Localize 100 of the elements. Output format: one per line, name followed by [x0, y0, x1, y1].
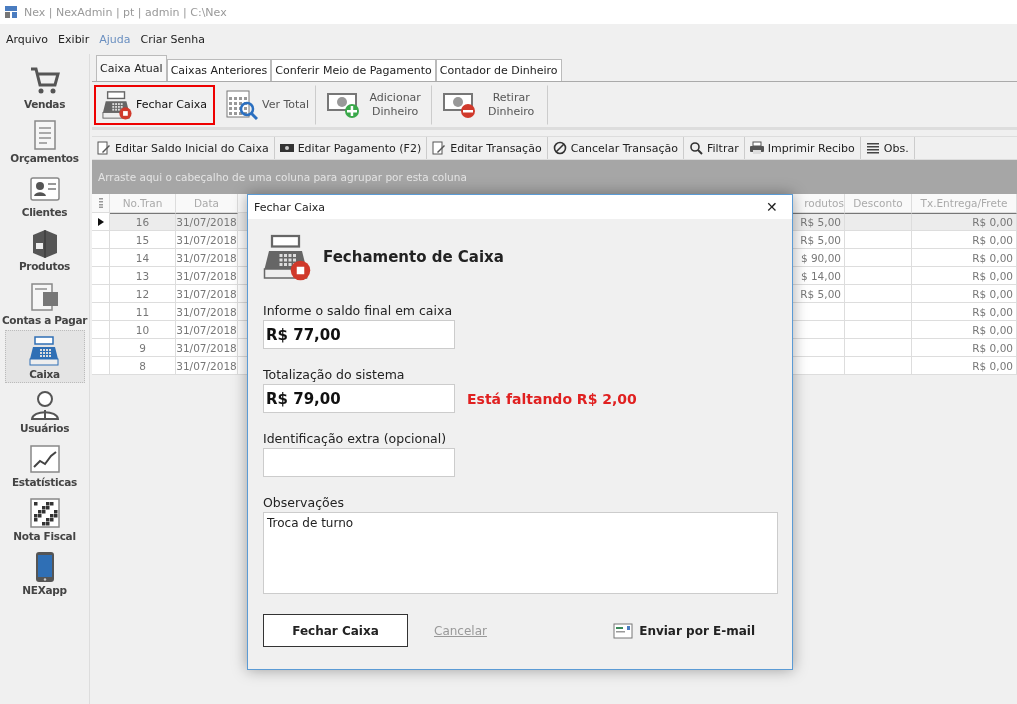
table-cell	[845, 249, 912, 267]
sidebar-item[interactable]: Usuários	[4, 384, 85, 437]
user-icon	[28, 389, 61, 421]
table-cell	[845, 357, 912, 375]
table-cell: 31/07/2018	[176, 213, 238, 231]
table-cell: 12	[110, 285, 176, 303]
tab[interactable]: Caixa Atual	[96, 55, 167, 81]
email-button[interactable]: Enviar por E-mail	[607, 621, 761, 640]
dialog-heading: Fechamento de Caixa	[323, 248, 504, 266]
menu-item[interactable]: Criar Senha	[140, 32, 205, 46]
table-cell: 31/07/2018	[176, 249, 238, 267]
action-button[interactable]: Filtrar	[684, 137, 745, 159]
toolbar-button[interactable]: Adicionar Dinheiro	[320, 84, 433, 125]
table-cell: 8	[110, 357, 176, 375]
table-cell: R$ 0,00	[912, 267, 1017, 285]
sidebar-item[interactable]: Vendas	[4, 60, 85, 113]
table-cell: R$ 0,00	[912, 339, 1017, 357]
table-cell: R$ 5,00	[793, 231, 845, 249]
close-cash-button[interactable]: Fechar Caixa	[263, 614, 408, 647]
group-hint: Arraste aqui o cabeçalho de uma coluna para agrupar por esta coluna	[98, 171, 467, 183]
edit-icon	[432, 141, 447, 155]
search-icon	[689, 141, 703, 155]
table-cell	[793, 357, 845, 375]
edit-icon	[97, 141, 111, 155]
table-cell: $ 90,00	[793, 249, 845, 267]
table-cell: 31/07/2018	[176, 321, 238, 339]
sidebar-item[interactable]: NEXapp	[4, 546, 85, 599]
close-button[interactable]: ✕	[752, 195, 792, 219]
current-row-icon	[97, 217, 104, 226]
table-cell	[845, 339, 912, 357]
table-cell: $ 14,00	[793, 267, 845, 285]
warning-text: Está faltando R$ 2,00	[467, 390, 637, 407]
field-label: Identificação extra (opcional)	[263, 431, 448, 446]
table-cell: R$ 0,00	[912, 303, 1017, 321]
app-icon	[4, 5, 18, 19]
table-cell: R$ 0,00	[912, 213, 1017, 231]
sidebar-item[interactable]: Estatísticas	[4, 438, 85, 491]
field-label: Observações	[263, 495, 345, 510]
menu-item[interactable]: Arquivo	[6, 32, 49, 46]
table-cell: 13	[110, 267, 176, 285]
table-cell	[845, 303, 912, 321]
qr-code-icon	[28, 497, 61, 529]
toolbar-button[interactable]: Ver Total	[219, 84, 317, 125]
table-cell: R$ 0,00	[912, 285, 1017, 303]
banknote-icon	[279, 141, 294, 155]
action-button[interactable]: Cancelar Transação	[547, 137, 684, 159]
sidebar-item[interactable]: Clientes	[4, 168, 85, 221]
action-button[interactable]: Imprimir Recibo	[744, 137, 861, 159]
action-button[interactable]: Editar Saldo Inicial do Caixa	[92, 137, 275, 159]
tab[interactable]: Contador de Dinheiro	[435, 59, 562, 81]
toolbar-button[interactable]: Fechar Caixa	[94, 84, 215, 125]
menu-item[interactable]: Exibir	[58, 32, 90, 46]
table-cell	[845, 285, 912, 303]
tab[interactable]: Conferir Meio de Pagamento	[271, 59, 436, 81]
sidebar-item[interactable]: Produtos	[4, 222, 85, 275]
table-cell: R$ 0,00	[912, 231, 1017, 249]
toolbar-button[interactable]: Retirar Dinheiro	[436, 84, 549, 125]
cash-register-icon	[28, 335, 61, 367]
field-label: Totalização do sistema	[263, 367, 406, 382]
action-button[interactable]: Editar Transação	[427, 137, 548, 159]
sidebar-item[interactable]: Nota Fiscal	[4, 492, 85, 545]
sidebar-item[interactable]: Orçamentos	[4, 114, 85, 167]
table-cell	[793, 303, 845, 321]
table-cell: 14	[110, 249, 176, 267]
table-cell	[845, 213, 912, 231]
notes-icon	[865, 141, 880, 155]
action-button[interactable]: Obs.	[860, 137, 915, 159]
action-button[interactable]: Editar Pagamento (F2)	[274, 137, 428, 159]
cash-register-icon	[102, 89, 132, 120]
field-label: Informe o saldo final em caixa	[263, 303, 454, 318]
table-cell	[845, 267, 912, 285]
tab[interactable]: Caixas Anteriores	[166, 59, 272, 81]
table-cell: R$ 5,00	[793, 285, 845, 303]
bill-icon	[28, 281, 61, 313]
table-cell: 16	[110, 213, 176, 231]
table-cell: 9	[110, 339, 176, 357]
remove-money-icon	[443, 90, 478, 119]
table-cell: 31/07/2018	[176, 267, 238, 285]
table-cell: 31/07/2018	[176, 339, 238, 357]
table-cell: 31/07/2018	[176, 231, 238, 249]
printer-icon	[749, 141, 764, 155]
table-cell: 31/07/2018	[176, 285, 238, 303]
table-cell: 10	[110, 321, 176, 339]
table-cell: R$ 0,00	[912, 249, 1017, 267]
input-field[interactable]	[263, 448, 455, 477]
calculator-search-icon	[226, 89, 258, 120]
table-cell	[793, 321, 845, 339]
table-cell: 15	[110, 231, 176, 249]
sidebar-item[interactable]: Caixa	[4, 330, 85, 383]
input-field[interactable]: R$ 79,00	[263, 384, 455, 413]
window-title: Nex | NexAdmin | pt | admin | C:\Nex	[24, 5, 227, 19]
notes-field[interactable]: Troca de turno	[263, 512, 778, 594]
table-cell: 31/07/2018	[176, 303, 238, 321]
input-field[interactable]: R$ 77,00	[263, 320, 455, 349]
table-cell	[845, 321, 912, 339]
table-cell	[793, 339, 845, 357]
dialog-title: Fechar Caixa	[254, 200, 325, 214]
row-indicator[interactable]	[92, 213, 110, 231]
line-chart-icon	[28, 443, 61, 475]
table-cell: R$ 0,00	[912, 357, 1017, 375]
